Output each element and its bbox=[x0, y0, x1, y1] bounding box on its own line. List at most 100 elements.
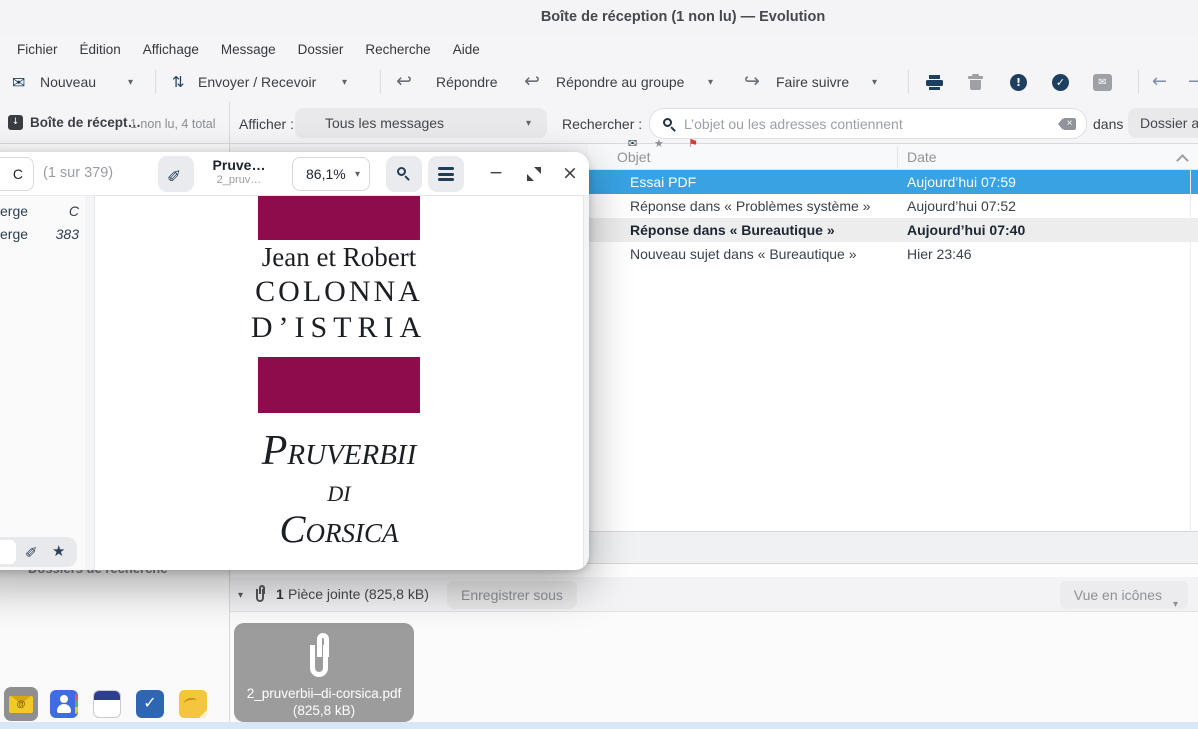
show-filter-chevron-icon: ▾ bbox=[526, 118, 531, 129]
attachment-expander-icon[interactable]: ▾ bbox=[238, 590, 243, 601]
show-filter-dropdown[interactable]: Tous les messages ▾ bbox=[295, 108, 547, 138]
authors-line3: D’ISTRIA bbox=[95, 311, 583, 345]
annotations-tab-pencil-icon[interactable]: ✎ bbox=[25, 542, 38, 560]
menu-edition[interactable]: Édition bbox=[69, 40, 132, 59]
toolbar-separator bbox=[908, 70, 909, 94]
switcher-memos-button[interactable] bbox=[176, 687, 210, 721]
attachment-column-icon[interactable]: ★ bbox=[654, 137, 664, 150]
title-line2: di bbox=[95, 474, 583, 508]
outline-entry[interactable]: erge 383 bbox=[0, 223, 85, 246]
switcher-mail-button[interactable]: @ bbox=[4, 687, 38, 721]
zoom-chevron-icon: ▾ bbox=[355, 169, 360, 180]
new-button[interactable]: Nouveau bbox=[40, 74, 96, 90]
current-folder-label: Boîte de récept… bbox=[30, 115, 141, 130]
column-separator[interactable] bbox=[897, 146, 898, 168]
search-icon bbox=[663, 118, 676, 131]
next-message-icon[interactable]: → bbox=[1188, 71, 1198, 92]
previous-message-icon[interactable]: ← bbox=[1152, 71, 1167, 92]
print-icon[interactable] bbox=[926, 75, 943, 90]
send-receive-icon: ⇅ bbox=[172, 73, 185, 91]
message-row[interactable]: Nouveau sujet dans « Bureautique » Hier … bbox=[588, 242, 1198, 266]
save-as-button[interactable]: Enregistrer sous bbox=[447, 581, 577, 609]
app-switcher: @ ✓ bbox=[4, 687, 210, 721]
attachment-size: (825,8 kB) bbox=[234, 703, 414, 718]
pdf-document-title: Pruve… bbox=[193, 157, 285, 173]
attachment-filename: 2_pruverbii–di-corsica.pdf bbox=[234, 686, 414, 701]
search-icon bbox=[397, 167, 410, 180]
minimize-button[interactable]: − bbox=[485, 163, 507, 185]
message-subject: Réponse dans « Problèmes système » bbox=[630, 198, 870, 214]
page-number-entry[interactable]: C bbox=[0, 157, 34, 191]
annotate-button[interactable]: ✎ bbox=[158, 156, 194, 192]
column-header-date[interactable]: Date bbox=[907, 149, 937, 165]
reply-group-button[interactable]: Répondre au groupe bbox=[556, 74, 684, 90]
menu-dossier[interactable]: Dossier bbox=[287, 40, 355, 59]
search-scope-dropdown[interactable]: Dossier actuel bbox=[1128, 108, 1198, 138]
view-mode-label: Vue en icônes bbox=[1074, 587, 1162, 603]
message-row[interactable]: Réponse dans « Problèmes système » Aujou… bbox=[588, 194, 1198, 218]
reply-group-dropdown-chevron-icon[interactable]: ▾ bbox=[708, 77, 713, 88]
menu-recherche[interactable]: Recherche bbox=[354, 40, 441, 59]
flag-column-icon[interactable]: ⚑ bbox=[688, 137, 698, 150]
column-header-subject[interactable]: Objet bbox=[617, 149, 650, 165]
inbox-folder-icon: ↓ bbox=[8, 115, 23, 130]
message-row[interactable]: Essai PDF Aujourd’hui 07:59 bbox=[588, 170, 1198, 194]
authors-line1: Jean et Robert bbox=[95, 242, 583, 273]
trash-icon[interactable] bbox=[968, 74, 983, 90]
maximize-button[interactable] bbox=[523, 163, 545, 185]
new-dropdown-chevron-icon[interactable]: ▾ bbox=[128, 77, 133, 88]
reply-icon: ↩ bbox=[396, 70, 412, 92]
search-input[interactable]: L’objet ou les adresses contiennent × bbox=[649, 108, 1087, 139]
menu-fichier[interactable]: Fichier bbox=[6, 40, 69, 59]
switcher-tasks-button[interactable]: ✓ bbox=[133, 687, 167, 721]
close-button[interactable]: × bbox=[559, 163, 581, 185]
zoom-dropdown[interactable]: 86,1% ▾ bbox=[292, 157, 370, 191]
new-mail-icon: ✉ bbox=[12, 73, 25, 92]
outline-page: C bbox=[69, 203, 79, 219]
search-scope-value: Dossier actuel bbox=[1140, 115, 1198, 131]
message-list-header: Objet Date bbox=[588, 144, 1198, 170]
sidebar-tab-switcher: ✎ ★ bbox=[0, 537, 77, 567]
status-column-envelope-icon[interactable]: ✉ bbox=[628, 137, 637, 150]
message-row[interactable]: Réponse dans « Bureautique » Aujourd’hui… bbox=[588, 218, 1198, 242]
authors-line2: COLONNA bbox=[95, 275, 583, 309]
paperclip-icon bbox=[309, 633, 339, 681]
menu-message[interactable]: Message bbox=[210, 40, 287, 59]
send-receive-dropdown-chevron-icon[interactable]: ▾ bbox=[342, 77, 347, 88]
menu-aide[interactable]: Aide bbox=[442, 40, 491, 59]
junk-icon[interactable]: ! bbox=[1010, 74, 1027, 91]
pdf-search-button[interactable] bbox=[386, 156, 422, 192]
send-receive-button[interactable]: Envoyer / Recevoir bbox=[198, 74, 316, 90]
pdf-menu-button[interactable] bbox=[428, 156, 464, 192]
desktop-edge-strip bbox=[0, 722, 1198, 729]
attachment-tile[interactable]: 2_pruverbii–di-corsica.pdf (825,8 kB) bbox=[234, 623, 414, 722]
paperclip-icon bbox=[256, 585, 268, 603]
title-line1: Pruverbii bbox=[95, 428, 583, 474]
cover-accent-block-bottom bbox=[258, 357, 420, 413]
message-archive-icon[interactable]: ✉ bbox=[1093, 74, 1112, 91]
toolbar-separator bbox=[1138, 70, 1139, 94]
menu-affichage[interactable]: Affichage bbox=[132, 40, 210, 59]
clear-search-icon[interactable]: × bbox=[1063, 118, 1076, 130]
attachment-summary: Pièce jointe (825,8 kB) bbox=[288, 586, 429, 602]
outline-label: erge bbox=[0, 226, 28, 242]
thumbnails-tab[interactable] bbox=[0, 540, 16, 564]
outline-entry[interactable]: erge C bbox=[0, 200, 85, 223]
forward-dropdown-chevron-icon[interactable]: ▾ bbox=[872, 77, 877, 88]
sort-ascending-icon[interactable] bbox=[1176, 154, 1189, 167]
message-subject: Essai PDF bbox=[630, 174, 696, 190]
reply-button[interactable]: Répondre bbox=[436, 74, 498, 90]
show-label: Afficher : bbox=[239, 116, 294, 132]
pdf-page[interactable]: Jean et Robert COLONNA D’ISTRIA Pruverbi… bbox=[95, 196, 583, 570]
bookmarks-tab-star-icon[interactable]: ★ bbox=[52, 542, 65, 560]
switcher-contacts-button[interactable] bbox=[47, 687, 81, 721]
message-subject: Réponse dans « Bureautique » bbox=[630, 222, 835, 238]
switcher-calendar-button[interactable] bbox=[90, 687, 124, 721]
filter-bar: ↓ Boîte de récept… 1 non lu, 4 total Aff… bbox=[0, 102, 1198, 144]
mark-read-icon[interactable]: ✓ bbox=[1052, 74, 1069, 91]
view-mode-dropdown[interactable]: Vue en icônes ▾ bbox=[1060, 581, 1188, 609]
forward-button[interactable]: Faire suivre bbox=[776, 74, 849, 90]
hamburger-icon bbox=[438, 167, 454, 170]
cover-title: Pruverbii di Corsica bbox=[95, 428, 583, 553]
attachment-area: 2_pruverbii–di-corsica.pdf (825,8 kB) bbox=[230, 612, 1198, 722]
